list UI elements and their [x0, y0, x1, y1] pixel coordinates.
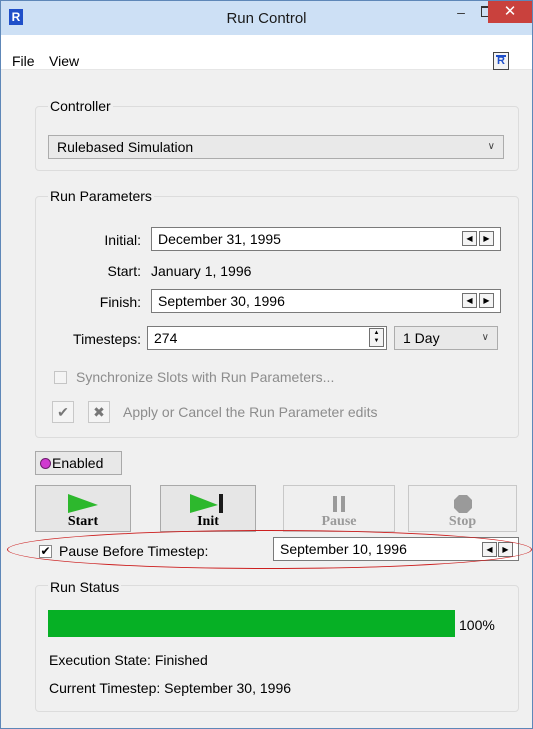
- initial-next-button[interactable]: ▶: [479, 231, 494, 246]
- check-icon: ✔: [40, 544, 51, 558]
- timestep-unit-value: 1 Day: [403, 330, 440, 346]
- run-progress-fill: [48, 610, 455, 637]
- sync-slots-label: Synchronize Slots with Run Parameters...: [76, 369, 335, 385]
- title-bar[interactable]: R Run Control – ✕: [1, 1, 532, 35]
- start-label: Start:: [107, 263, 141, 279]
- stop-icon: [453, 495, 472, 513]
- init-button-label: Init: [197, 514, 219, 529]
- step-forward-icon: [190, 494, 223, 513]
- run-parameters-group-title: Run Parameters: [48, 188, 154, 204]
- pause-before-checkbox[interactable]: ✔: [39, 545, 52, 558]
- pause-icon: [333, 496, 345, 512]
- timesteps-label: Timesteps:: [73, 331, 141, 347]
- stop-button[interactable]: Stop: [408, 485, 517, 532]
- start-button-label: Start: [67, 514, 99, 529]
- enabled-toggle-button[interactable]: Enabled: [35, 451, 122, 475]
- enabled-label: Enabled: [52, 455, 104, 471]
- controller-group-title: Controller: [48, 98, 113, 114]
- run-control-window: R Run Control – ✕ File View R Controller…: [0, 0, 533, 729]
- finish-label: Finish:: [99, 294, 141, 310]
- start-button[interactable]: Start: [35, 485, 131, 532]
- cancel-edits-button[interactable]: ✖: [88, 401, 110, 423]
- pause-next-button[interactable]: ▶: [498, 542, 513, 557]
- finish-date-field[interactable]: September 30, 1996: [151, 289, 501, 313]
- apply-cancel-label: Apply or Cancel the Run Parameter edits: [123, 404, 378, 420]
- controller-select[interactable]: Rulebased Simulation ∨: [48, 135, 504, 159]
- run-progress-bar: [48, 610, 455, 637]
- pause-button-label: Pause: [321, 514, 357, 529]
- chevron-down-icon: ∨: [487, 141, 495, 152]
- initial-prev-button[interactable]: ◀: [462, 231, 477, 246]
- pause-before-label: Pause Before Timestep:: [59, 543, 209, 559]
- menu-bar: File View: [1, 35, 532, 70]
- timestep-unit-select[interactable]: 1 Day ∨: [394, 326, 498, 350]
- sync-slots-checkbox[interactable]: [54, 371, 67, 384]
- initial-date-field[interactable]: December 31, 1995: [151, 227, 501, 251]
- menu-file[interactable]: File: [12, 53, 35, 69]
- init-button[interactable]: Init: [160, 485, 256, 532]
- current-timestep: Current Timestep: September 30, 1996: [49, 680, 292, 696]
- close-button[interactable]: ✕: [488, 1, 532, 23]
- stop-button-label: Stop: [448, 514, 477, 529]
- bug-icon: [40, 458, 51, 469]
- timesteps-field[interactable]: 274: [147, 326, 387, 350]
- menu-view[interactable]: View: [49, 53, 79, 69]
- timesteps-stepper[interactable]: ▲ ▼: [369, 328, 384, 347]
- pause-button[interactable]: Pause: [283, 485, 395, 532]
- checkmark-icon: ✔: [57, 404, 69, 420]
- cross-icon: ✖: [93, 404, 105, 420]
- apply-edits-button[interactable]: ✔: [52, 401, 74, 423]
- initial-label: Initial:: [104, 232, 141, 248]
- execution-state: Execution State: Finished: [49, 652, 208, 668]
- minimize-button[interactable]: –: [448, 1, 474, 23]
- finish-prev-button[interactable]: ◀: [462, 293, 477, 308]
- run-status-group-title: Run Status: [48, 579, 122, 595]
- play-icon: [68, 494, 98, 513]
- controller-select-value: Rulebased Simulation: [57, 139, 194, 155]
- window-mode-icon[interactable]: R: [493, 52, 509, 70]
- pause-prev-button[interactable]: ◀: [482, 542, 497, 557]
- start-value: January 1, 1996: [151, 263, 252, 279]
- progress-percent: 100%: [459, 617, 495, 633]
- chevron-down-icon: ∨: [481, 332, 489, 343]
- finish-next-button[interactable]: ▶: [479, 293, 494, 308]
